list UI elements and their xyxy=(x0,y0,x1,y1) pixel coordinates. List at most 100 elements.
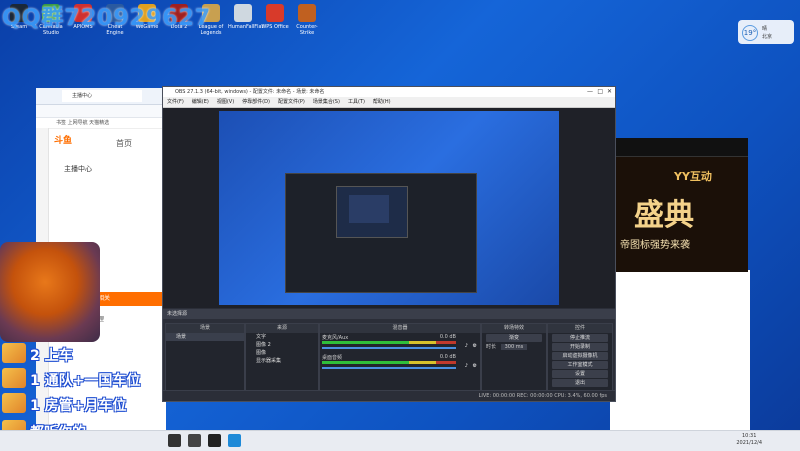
streamer-avatar xyxy=(0,242,100,342)
app-taskbar-icon[interactable] xyxy=(188,434,201,447)
nested-obs-preview-2 xyxy=(336,186,408,238)
mixer-header: 混音器 xyxy=(320,324,480,333)
banner-title: 盛典 xyxy=(634,198,694,233)
nested-obs-preview-3 xyxy=(349,195,389,223)
desktop-icon-label: HumanFallFlat xyxy=(228,24,264,30)
no-source-selected: 未选择源 xyxy=(163,309,615,319)
obs-menu-item[interactable]: 视图(V) xyxy=(217,99,234,105)
volume-slider[interactable] xyxy=(322,347,456,349)
app-icon xyxy=(234,4,252,22)
promo-banner: YY互动 盛典 帝图标强势来袭 xyxy=(612,138,748,272)
browser-titlebar: 主播中心 xyxy=(36,88,166,105)
minimize-icon[interactable]: — xyxy=(587,88,593,95)
desktop-icon-label: Counter-Strike xyxy=(296,24,318,36)
clock-date: 2021/12/4 xyxy=(736,440,762,446)
volume-slider[interactable] xyxy=(322,367,456,369)
control-button[interactable]: 设置 xyxy=(552,370,608,378)
scene-item[interactable]: 场景 xyxy=(166,333,244,341)
obs-menu-item[interactable]: 编辑(E) xyxy=(192,99,209,105)
control-button[interactable]: 停止推流 xyxy=(552,334,608,342)
source-item[interactable]: 显示器采集 xyxy=(246,357,318,365)
obs-statusbar: LIVE: 00:00:00 REC: 00:00:00 CPU: 3.4%, … xyxy=(163,390,615,401)
obs-menu-item[interactable]: 工具(T) xyxy=(348,99,365,105)
banner-subtitle: 帝图标强势来袭 xyxy=(620,240,690,251)
home-link[interactable]: 首页 xyxy=(116,138,132,149)
chat-user-avatar xyxy=(2,393,26,413)
speaker-icon[interactable]: ♪ xyxy=(465,343,468,349)
taskbar: 10:31 2021/12/4 xyxy=(0,430,800,451)
control-button[interactable]: 开始录制 xyxy=(552,343,608,351)
duration-label: 时长 xyxy=(486,344,497,350)
obs-menu-item[interactable]: 配置文件(P) xyxy=(278,99,305,105)
browser-bookmarks[interactable]: 书签 上网导航 天猫精选 xyxy=(36,118,166,129)
chat-user-avatar xyxy=(2,368,26,388)
volume-meter xyxy=(322,341,456,344)
obs-taskbar-icon[interactable] xyxy=(168,434,181,447)
chat-user-avatar xyxy=(2,343,26,363)
speaker-icon[interactable]: ♪ xyxy=(465,363,468,369)
browser-navbar xyxy=(36,105,166,118)
obs-menu-item[interactable]: 停靠部件(D) xyxy=(242,99,270,105)
control-button[interactable]: 退出 xyxy=(552,379,608,387)
nested-obs-preview xyxy=(285,173,477,293)
mixer-source-name: 麦克风/Aux xyxy=(322,335,349,341)
weather-line2: 北京 xyxy=(762,34,773,40)
obs-menu-item[interactable]: 文件(F) xyxy=(167,99,184,105)
scenes-panel: 场景 场景 xyxy=(165,323,245,395)
control-button[interactable]: 工作室模式 xyxy=(552,361,608,369)
obs-window: OBS 27.1.3 (64-bit, windows) - 配置文件: 未命名… xyxy=(162,86,616,402)
duration-input[interactable]: 300 ms xyxy=(500,344,528,350)
clock-time: 10:31 xyxy=(741,433,757,439)
taskbar-clock: 10:31 2021/12/4 xyxy=(736,433,762,447)
banner-brand: YY互动 xyxy=(674,170,712,183)
volume-meter xyxy=(322,361,456,364)
desktop-icon[interactable]: WPS Office xyxy=(260,4,290,30)
source-item[interactable]: 图像 xyxy=(246,349,318,357)
obs-menubar: 文件(F) 编辑(E) 视图(V) 停靠部件(D) 配置文件(P) 场景集合(S) 工具(T… xyxy=(163,97,615,108)
mixer-db-value: 0.0 dB xyxy=(439,334,456,340)
qq-group-overlay: QQ群720929627 xyxy=(2,6,212,31)
transitions-panel: 转场特效 渐变 时长 300 ms xyxy=(481,323,547,395)
banner-toolbar xyxy=(612,138,748,157)
scenes-header: 场景 xyxy=(166,324,244,333)
mixer-db-value: 0.0 dB xyxy=(439,354,456,360)
obs-titlebar: OBS 27.1.3 (64-bit, windows) - 配置文件: 未命名… xyxy=(163,87,615,97)
mixer-source-name: 桌面音频 xyxy=(322,355,343,361)
game-taskbar-icon[interactable] xyxy=(208,434,221,447)
chat-message: 2 上车 xyxy=(30,348,73,364)
source-item[interactable]: 图像 2 xyxy=(246,341,318,349)
mixer-panel: 混音器 麦克风/Aux 0.0 dB ♪ ⚙ 桌面音频 0.0 dB ♪ ⚙ xyxy=(319,323,481,395)
desktop-icon-label: WPS Office xyxy=(261,24,289,30)
edge-taskbar-icon[interactable] xyxy=(228,434,241,447)
app-icon xyxy=(266,4,284,22)
close-icon[interactable]: ✕ xyxy=(607,88,612,95)
obs-menu-item[interactable]: 帮助(H) xyxy=(373,99,391,105)
weather-line1: 晴 xyxy=(762,26,768,32)
obs-menu-item[interactable]: 场景集合(S) xyxy=(313,99,340,105)
chat-message: 1 房管+月车位 xyxy=(30,398,127,414)
app-icon xyxy=(298,4,316,22)
desktop-icon[interactable]: Counter-Strike xyxy=(292,4,322,36)
browser-tab[interactable]: 主播中心 xyxy=(62,90,142,102)
source-item[interactable]: 文字 xyxy=(246,333,318,341)
maximize-icon[interactable]: □ xyxy=(597,88,603,95)
mixer-row: 桌面音频 0.0 dB ♪ ⚙ xyxy=(320,353,480,373)
sources-header: 来源 xyxy=(246,324,318,333)
right-browser-window xyxy=(610,270,750,450)
mixer-row: 麦克风/Aux 0.0 dB ♪ ⚙ xyxy=(320,333,480,353)
controls-header: 控件 xyxy=(548,324,612,333)
gear-icon[interactable]: ⚙ xyxy=(473,343,477,349)
menu-anchor-center[interactable]: 主播中心 xyxy=(64,164,92,174)
chat-message: 1 通队+一国车位 xyxy=(30,373,141,389)
weather-widget[interactable]: 19° 晴 北京 xyxy=(738,20,794,44)
controls-panel: 控件 停止推流 开始录制 启动虚拟摄像机 工作室模式 设置 退出 xyxy=(547,323,613,395)
sources-panel: 来源 文字 图像 2 图像 显示器采集 xyxy=(245,323,319,395)
desktop-icon[interactable]: HumanFallFlat xyxy=(228,4,264,30)
transition-select[interactable]: 渐变 xyxy=(486,334,542,342)
obs-preview-canvas[interactable] xyxy=(219,111,559,305)
douyu-logo: 斗鱼 xyxy=(54,136,73,146)
control-button[interactable]: 启动虚拟摄像机 xyxy=(552,352,608,360)
weather-temp: 19° xyxy=(742,25,758,41)
transitions-header: 转场特效 xyxy=(482,324,546,333)
gear-icon[interactable]: ⚙ xyxy=(473,363,477,369)
